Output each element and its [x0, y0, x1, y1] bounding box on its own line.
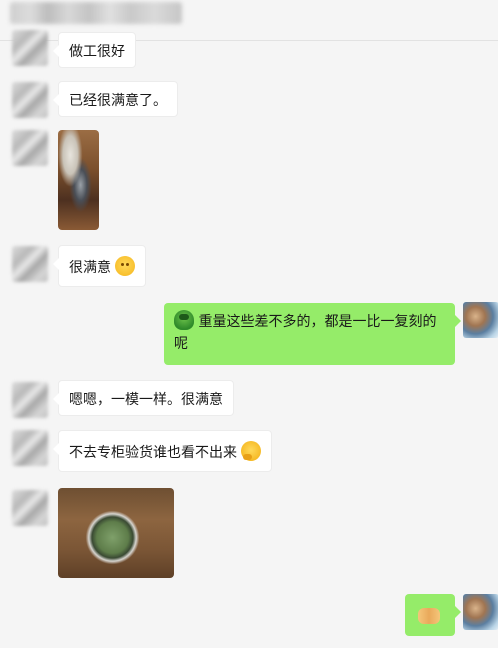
message-text-line1: 重量这些差不多的，都是一比一复刻的 [198, 314, 437, 330]
contact-avatar[interactable] [12, 430, 48, 466]
smile-icon [115, 256, 136, 276]
message-bubble-self [405, 594, 461, 636]
message-text: 很满意 [69, 260, 111, 276]
message-bubble: 很满意 [52, 245, 147, 287]
self-avatar[interactable] [463, 594, 498, 630]
contact-avatar[interactable] [12, 382, 48, 418]
message-bubble-self: 重量这些差不多的，都是一比一复刻的 呢 [164, 303, 461, 365]
self-avatar[interactable] [463, 302, 498, 338]
message-bubble: 嗯嗯，一模一样。很满意 [53, 380, 234, 416]
message-bubble: 已经很满意了。 [53, 81, 178, 117]
contact-avatar[interactable] [12, 130, 48, 166]
image-message-green-dial-watch[interactable] [58, 488, 174, 578]
image-message-watch-on-wrist[interactable] [58, 130, 99, 230]
message-text: 已经很满意了。 [69, 93, 167, 109]
thinking-icon [241, 441, 262, 461]
message-text: 嗯嗯，一模一样。很满意 [69, 392, 223, 408]
message-text: 不去专柜验货谁也看不出来 [69, 445, 237, 461]
contact-avatar[interactable] [12, 490, 48, 526]
turtle-icon [174, 310, 194, 330]
message-text-line2: 呢 [174, 336, 188, 352]
handshake-icon [418, 608, 440, 624]
contact-avatar[interactable] [12, 30, 48, 66]
contact-avatar[interactable] [12, 82, 48, 118]
message-bubble: 不去专柜验货谁也看不出来 [52, 430, 273, 472]
chat-title-blurred [10, 2, 182, 24]
message-text: 做工很好 [69, 44, 125, 60]
contact-avatar[interactable] [12, 246, 48, 282]
message-bubble: 做工很好 [53, 32, 136, 68]
